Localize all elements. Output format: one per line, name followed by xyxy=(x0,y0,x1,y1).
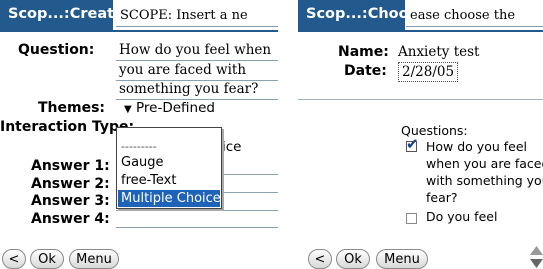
menu-button[interactable]: Menu xyxy=(69,249,119,269)
popup-option-gauge[interactable]: Gauge xyxy=(121,154,164,171)
app-title-tab[interactable]: Scop...:Create n... xyxy=(0,0,113,30)
answer-3-label: Answer 3: xyxy=(31,193,110,209)
question-2-text: Do you feel xyxy=(426,209,498,224)
answer-1-label: Answer 1: xyxy=(31,158,110,174)
name-value: Anxiety test xyxy=(398,44,480,60)
back-button[interactable]: < xyxy=(2,249,26,269)
question-1-line-4: fear? xyxy=(426,190,458,205)
answer-4-label: Answer 4: xyxy=(31,211,110,227)
date-label: Date: xyxy=(344,63,387,79)
choose-test-screen: Scop...:Choose t... ease choose the Name… xyxy=(298,0,543,269)
title-text-field[interactable]: SCOPE: Insert a ne xyxy=(116,7,278,27)
scroll-arrows-icon[interactable] xyxy=(530,246,543,268)
date-field[interactable]: 2/28/05 xyxy=(398,62,459,82)
popup-option-free-text[interactable]: free-Text xyxy=(121,172,176,189)
check-icon: ✔ xyxy=(406,135,419,153)
title-underline xyxy=(0,30,278,32)
themes-label: Themes: xyxy=(38,100,106,116)
title-text-field[interactable]: ease choose the xyxy=(406,7,543,27)
interaction-type-label: Interaction Type: xyxy=(0,119,135,135)
question-1-checkbox[interactable]: ✔ xyxy=(406,135,419,153)
answer-4-field[interactable] xyxy=(116,227,278,228)
answer-3-field[interactable] xyxy=(116,210,278,211)
question-1-line-2: when you are faced xyxy=(426,156,543,171)
back-button[interactable]: < xyxy=(308,249,332,269)
popup-option-multiple-choice[interactable]: Multiple Choice xyxy=(118,190,221,207)
section-divider xyxy=(298,99,543,100)
question-1-line-1: How do you feel xyxy=(426,139,527,154)
question-line-2[interactable]: you are faced with xyxy=(119,61,246,79)
popup-divider: --------- xyxy=(121,140,157,153)
title-bar: Scop...:Choose t... ease choose the xyxy=(298,0,543,30)
question-2-checkbox[interactable] xyxy=(406,213,417,224)
question-1-line-3: with something you xyxy=(426,173,543,188)
create-question-screen: Scop...:Create n... SCOPE: Insert a ne Q… xyxy=(0,0,278,269)
interaction-type-popup: --------- Gauge free-Text Multiple Choic… xyxy=(116,127,222,209)
name-label: Name: xyxy=(338,44,389,60)
themes-dropdown[interactable]: ▼ Pre-Defined xyxy=(124,99,215,119)
app-title-tab[interactable]: Scop...:Choose t... xyxy=(298,0,405,30)
question-label: Question: xyxy=(18,42,95,58)
ok-button[interactable]: Ok xyxy=(30,249,64,269)
answer-2-label: Answer 2: xyxy=(31,176,110,192)
question-line-1[interactable]: How do you feel when xyxy=(119,41,271,59)
title-underline xyxy=(298,30,543,32)
ok-button[interactable]: Ok xyxy=(336,249,370,269)
themes-value: Pre-Defined xyxy=(136,100,215,116)
interaction-type-value[interactable]: ice xyxy=(222,138,241,156)
question-line-3[interactable]: something you fear? xyxy=(119,80,258,98)
dropdown-arrow-icon: ▼ xyxy=(124,104,132,115)
title-bar: Scop...:Create n... SCOPE: Insert a ne xyxy=(0,0,278,30)
menu-button[interactable]: Menu xyxy=(376,249,428,269)
